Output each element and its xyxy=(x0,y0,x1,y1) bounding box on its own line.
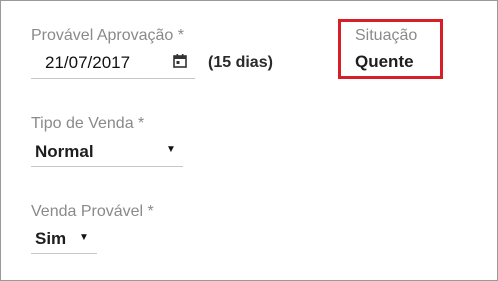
venda-provavel-underline xyxy=(31,253,97,254)
tipo-de-venda-label: Tipo de Venda * xyxy=(31,115,145,132)
calendar-icon[interactable] xyxy=(173,54,187,68)
tipo-de-venda-select[interactable]: Normal xyxy=(35,142,94,162)
venda-provavel-select[interactable]: Sim xyxy=(35,229,66,249)
provavel-aprovacao-underline xyxy=(31,78,195,79)
days-remaining-text: (15 dias) xyxy=(208,54,273,71)
provavel-aprovacao-date-input[interactable]: 21/07/2017 xyxy=(45,53,130,73)
caret-down-icon[interactable]: ▼ xyxy=(79,232,89,243)
situacao-value: Quente xyxy=(355,52,414,71)
situacao-label: Situação xyxy=(355,27,418,44)
tipo-de-venda-underline xyxy=(31,166,183,167)
provavel-aprovacao-label: Provável Aprovação * xyxy=(31,27,184,44)
caret-down-icon[interactable]: ▼ xyxy=(166,144,176,155)
venda-provavel-label: Venda Provável * xyxy=(31,203,154,220)
form-panel: Provável Aprovação * 21/07/2017 (15 dias… xyxy=(0,0,498,281)
